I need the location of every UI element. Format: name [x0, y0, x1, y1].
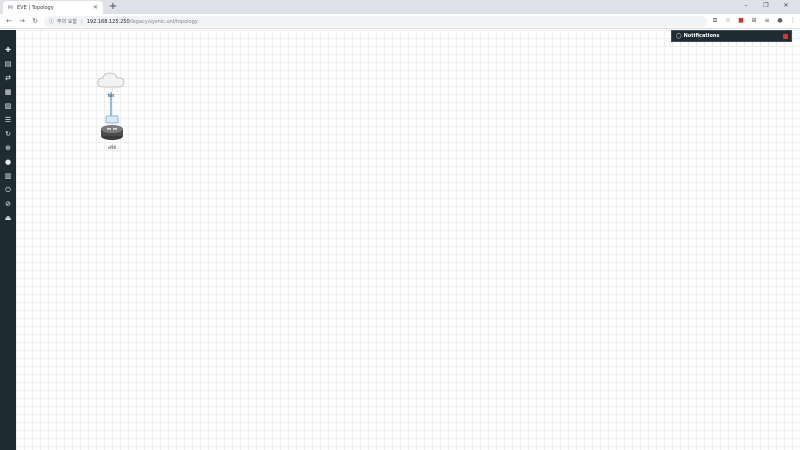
topology-canvas[interactable] — [16, 30, 800, 450]
topology-node-router[interactable]: vMX — [99, 115, 125, 150]
extension-icon[interactable]: ■ — [736, 16, 746, 26]
link-icon[interactable]: ⇄ — [0, 72, 16, 84]
profile-avatar-icon[interactable]: ● — [775, 16, 785, 26]
sidebar: ✚ ▤ ⇄ ▦ ▨ ☰ ↻ ⊕ ● ▥ ⏻ ⊘ ⏏ — [0, 30, 16, 450]
warning-icon[interactable]: ⓘ — [49, 18, 54, 25]
add-icon[interactable]: ✚ — [0, 44, 16, 56]
browser-tab[interactable]: PR EVE | Topology ✕ — [3, 1, 103, 14]
address-bar[interactable]: ⓘ 주의 요함 | 192.168.125.250 /legacy/sysnic… — [44, 16, 707, 27]
info-icon[interactable]: ● — [0, 156, 16, 168]
puzzle-icon[interactable]: ⊞ — [749, 16, 759, 26]
power-icon[interactable]: ⏻ — [0, 184, 16, 196]
tab-strip: PR EVE | Topology ✕ + – ❐ ✕ — [0, 0, 800, 14]
notifications-title: Notifications — [683, 33, 720, 39]
table-icon[interactable]: ▥ — [0, 170, 16, 182]
lock-icon[interactable]: ⊘ — [0, 198, 16, 210]
menu-kebab-icon[interactable]: ⋮ — [788, 16, 798, 26]
reading-list-icon[interactable]: ≡ — [762, 16, 772, 26]
tab-title: EVE | Topology — [17, 4, 54, 11]
forward-icon[interactable]: → — [16, 15, 28, 27]
close-icon[interactable] — [783, 33, 788, 39]
list-icon[interactable]: ☰ — [0, 114, 16, 126]
router-icon — [101, 115, 123, 140]
bookmark-star-icon[interactable]: ☆ — [723, 16, 733, 26]
browser-toolbar: ← → ↻ ⓘ 주의 요함 | 192.168.125.250 /legacy/… — [0, 14, 800, 29]
node-label: Net — [107, 93, 115, 98]
cloud-icon — [97, 72, 125, 88]
node-label: vMX — [107, 145, 117, 150]
reload-icon[interactable]: ↻ — [29, 15, 41, 27]
translate-icon[interactable]: ⧉ — [710, 16, 720, 26]
url-path: /legacy/sysnic.unl/topology — [129, 18, 198, 25]
security-label: 주의 요함 — [57, 19, 78, 25]
tab-close-icon[interactable]: ✕ — [93, 4, 98, 11]
text-icon[interactable]: ▨ — [0, 100, 16, 112]
bell-icon: ◯ — [676, 33, 682, 39]
topology-node-cloud[interactable]: Net — [95, 71, 127, 98]
extension-icons: ⧉ ☆ ■ ⊞ ≡ ● ⋮ — [710, 16, 798, 26]
refresh-icon[interactable]: ↻ — [0, 128, 16, 140]
minimize-button[interactable]: – — [736, 0, 756, 14]
close-window-button[interactable]: ✕ — [776, 0, 796, 14]
labs-icon[interactable]: ▦ — [0, 86, 16, 98]
node-icon[interactable]: ▤ — [0, 58, 16, 70]
window-controls: – ❐ ✕ — [736, 0, 796, 14]
url-separator: | — [81, 18, 83, 25]
tab-favicon: PR — [8, 5, 14, 10]
new-tab-button[interactable]: + — [107, 1, 119, 13]
notifications-panel[interactable]: ◯ Notifications — [671, 30, 792, 42]
back-icon[interactable]: ← — [3, 15, 15, 27]
maximize-button[interactable]: ❐ — [756, 0, 776, 14]
logout-icon[interactable]: ⏏ — [0, 212, 16, 224]
zoom-icon[interactable]: ⊕ — [0, 142, 16, 154]
url-host: 192.168.125.250 — [86, 18, 130, 25]
